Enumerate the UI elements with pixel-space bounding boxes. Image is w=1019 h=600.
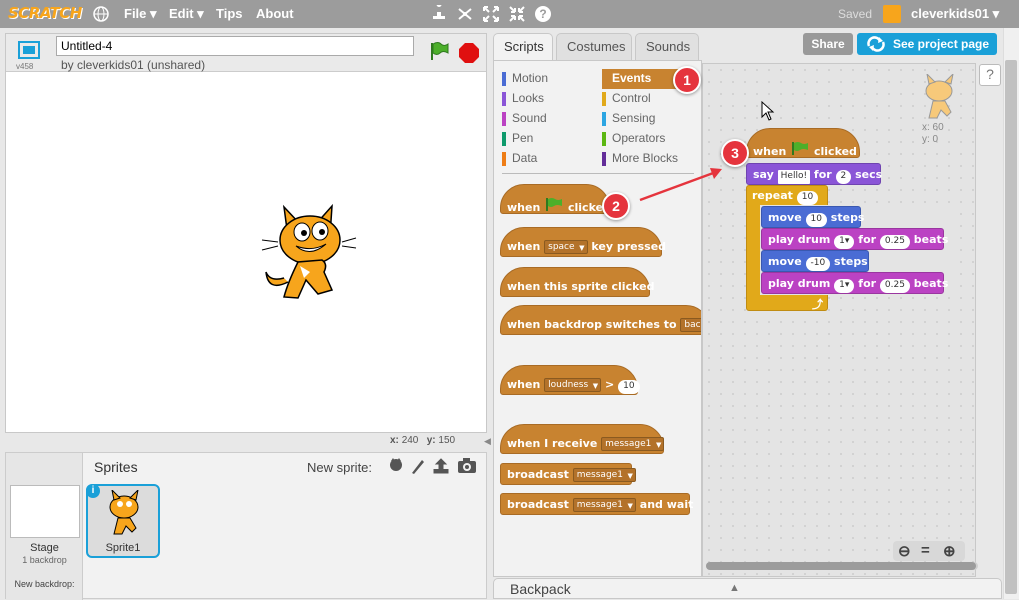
new-backdrop-label: New backdrop: [14, 579, 75, 589]
cat-thumbnail-icon [109, 490, 139, 535]
annotation-arrow [639, 168, 722, 202]
grow-icon[interactable] [482, 5, 500, 23]
backpack-bar[interactable]: Backpack ▲ [493, 578, 1002, 599]
tab-costumes[interactable]: Costumes [556, 33, 632, 61]
category-operators[interactable]: Operators [602, 131, 665, 151]
project-title-input[interactable] [56, 36, 414, 56]
file-menu[interactable]: File ▾ [124, 6, 157, 22]
new-sprite-label: New sprite: [307, 460, 373, 475]
sprites-header: Sprites [94, 459, 138, 475]
scratch-logo[interactable]: SCRATCH [8, 4, 82, 22]
stage-thumbnail[interactable] [10, 485, 80, 538]
mouse-cursor-icon [761, 101, 775, 121]
about-menu[interactable]: About [256, 6, 294, 21]
category-events[interactable]: Events [602, 69, 680, 89]
presentation-mode-icon[interactable] [16, 39, 42, 61]
tab-sounds[interactable]: Sounds [635, 33, 699, 61]
category-sensing[interactable]: Sensing [602, 111, 655, 131]
see-project-page-button[interactable]: See project page [857, 33, 997, 55]
category-looks[interactable]: Looks [502, 91, 544, 111]
play-drum-block[interactable]: play drum 1▾ for 0.25 beats [761, 272, 948, 294]
blocks-palette: Motion Looks Sound Pen Data Events Contr… [493, 60, 702, 577]
category-data[interactable]: Data [502, 151, 537, 171]
share-button[interactable]: Share [803, 33, 853, 55]
when-sprite-clicked-block[interactable]: when this sprite clicked [500, 267, 654, 297]
stop-icon[interactable] [458, 42, 480, 64]
help-icon[interactable]: ? [534, 5, 552, 23]
green-flag-icon [546, 198, 563, 211]
sprite1-label: Sprite1 [105, 542, 141, 554]
help-button[interactable]: ? [979, 64, 1001, 86]
category-sound[interactable]: Sound [502, 111, 547, 131]
version-label: v458 [16, 62, 34, 71]
when-flag-clicked-block[interactable]: when clicked [500, 184, 611, 214]
move-steps-block[interactable]: move 10 steps [761, 206, 864, 228]
sprite-library-icon[interactable] [387, 457, 405, 475]
broadcast-block[interactable]: broadcast message1 [500, 463, 636, 485]
stage-label: Stage [30, 542, 59, 554]
sprite-panel: Stage 1 backdrop New backdrop: Sprites N… [5, 452, 487, 600]
category-pen[interactable]: Pen [502, 131, 533, 151]
current-sprite-icon [925, 74, 954, 119]
say-for-secs-block[interactable]: say Hello! for 2 secs [746, 163, 882, 185]
sprite-position: x: 60 y: 0 [922, 122, 944, 145]
sprite1-thumbnail[interactable]: i Sprite1 [86, 484, 160, 558]
info-icon[interactable]: i [86, 484, 100, 498]
upload-icon[interactable] [432, 457, 450, 475]
category-control[interactable]: Control [602, 91, 651, 111]
duplicate-stamp-icon[interactable] [430, 5, 448, 23]
annotation-marker-2: 2 [602, 192, 630, 220]
delete-scissors-icon[interactable] [456, 5, 474, 23]
user-avatar[interactable] [883, 5, 901, 23]
mouse-coords: x: 240 y: 150 [390, 435, 456, 446]
annotation-marker-1: 1 [673, 66, 701, 94]
edit-menu[interactable]: Edit ▾ [169, 6, 204, 22]
refresh-icon [867, 36, 885, 52]
category-motion[interactable]: Motion [502, 71, 548, 91]
user-menu[interactable]: cleverkids01 ▾ [911, 6, 999, 22]
collapse-arrow-icon[interactable]: ◀ [484, 436, 491, 447]
globe-icon[interactable] [93, 6, 109, 22]
project-byline: by cleverkids01 (unshared) [61, 58, 206, 72]
when-backdrop-switches-block[interactable]: when backdrop switches to backdr [500, 305, 701, 335]
vertical-scroll-thumb[interactable] [1005, 60, 1017, 594]
when-key-pressed-block[interactable]: when space key pressed [500, 227, 666, 257]
paint-brush-icon[interactable] [409, 457, 427, 475]
menu-bar: SCRATCH File ▾ Edit ▾ Tips About ? Saved… [0, 0, 1019, 28]
when-loudness-block[interactable]: when loudness > 10 [500, 365, 640, 395]
when-i-receive-block[interactable]: when I receive message1 [500, 424, 665, 454]
horizontal-scroll-thumb[interactable] [706, 562, 976, 570]
play-drum-block[interactable]: play drum 1▾ for 0.25 beats [761, 228, 948, 250]
zoom-in-icon[interactable]: ⊕ [943, 542, 956, 560]
stage-column: Stage 1 backdrop New backdrop: [6, 453, 83, 600]
saved-status: Saved [838, 7, 873, 21]
script-when-flag-clicked[interactable]: when clicked [746, 128, 860, 158]
zoom-controls: ⊖ = ⊕ [893, 541, 965, 561]
tips-menu[interactable]: Tips [216, 6, 243, 21]
green-flag-icon[interactable] [428, 40, 450, 62]
zoom-out-icon[interactable]: ⊖ [898, 542, 911, 560]
cat-sprite[interactable] [258, 202, 358, 308]
zoom-reset-icon[interactable]: = [921, 542, 930, 559]
broadcast-and-wait-block[interactable]: broadcast message1 and wait [500, 493, 693, 515]
backdrop-count: 1 backdrop [22, 555, 67, 565]
repeat-label: repeat 10 [746, 185, 824, 207]
green-flag-icon [792, 142, 809, 155]
move-steps-block[interactable]: move -10 steps [761, 250, 869, 272]
backpack-arrow-icon[interactable]: ▲ [729, 582, 740, 594]
stage-header: v458 by cleverkids01 (unshared) [6, 34, 486, 72]
svg-text:?: ? [539, 7, 546, 21]
camera-icon[interactable] [457, 457, 477, 475]
annotation-marker-3: 3 [721, 139, 749, 167]
stage-panel: v458 by cleverkids01 (unshared) [5, 33, 487, 433]
shrink-icon[interactable] [508, 5, 526, 23]
tab-scripts[interactable]: Scripts [493, 33, 553, 61]
loop-arrow-icon: ⤴ [812, 299, 823, 311]
